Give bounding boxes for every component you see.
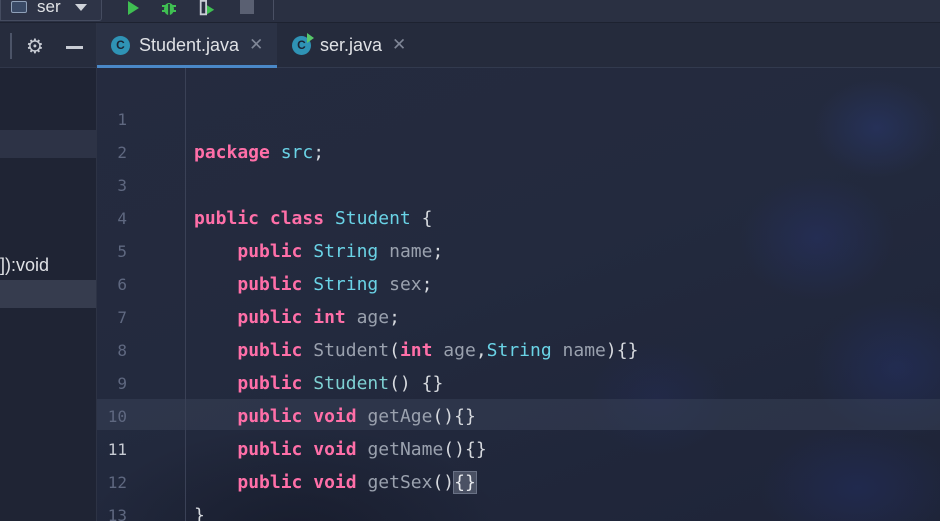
run-icon xyxy=(128,1,139,15)
structure-item-selected[interactable] xyxy=(0,280,96,308)
gear-icon[interactable]: ⚙ xyxy=(26,36,44,56)
code-text: } xyxy=(194,505,205,521)
code-line: 12 } xyxy=(97,433,940,521)
stop-button[interactable] xyxy=(238,0,256,16)
tab-label: ser.java xyxy=(320,34,383,55)
coverage-icon xyxy=(199,0,215,16)
run-configuration-label: ser xyxy=(37,0,61,16)
chevron-down-icon xyxy=(74,3,87,11)
run-configuration-selector[interactable]: ser xyxy=(0,0,102,21)
editor-tabs: C Student.java ✕ C ser.java ✕ xyxy=(97,23,940,68)
hide-icon[interactable] xyxy=(66,46,83,49)
code-line: 13 xyxy=(97,466,940,521)
run-button[interactable] xyxy=(124,0,142,16)
debug-icon xyxy=(162,3,176,15)
main-toolbar: ser xyxy=(0,0,940,23)
stop-icon xyxy=(240,0,254,14)
code-line: 5 public String sex; xyxy=(97,202,940,295)
tool-window-edge xyxy=(10,33,12,59)
structure-item[interactable] xyxy=(0,130,96,158)
code-line: 2 xyxy=(97,103,940,162)
config-icon xyxy=(11,1,27,13)
code-line: 6 public int age; xyxy=(97,235,940,328)
code-line: 10 public void getName(){} xyxy=(97,367,940,460)
code-line: 7 public Student(int age,String name){} xyxy=(97,268,940,361)
structure-item-label[interactable]: ]):void xyxy=(0,252,96,278)
tab-ser-java[interactable]: C ser.java ✕ xyxy=(278,23,418,67)
java-runnable-class-icon: C xyxy=(292,32,314,55)
tab-student-java[interactable]: C Student.java ✕ xyxy=(97,23,277,68)
code-line: 8 public Student() {} xyxy=(97,301,940,394)
code-line: 1 package src; xyxy=(97,70,940,163)
debug-button[interactable] xyxy=(160,0,178,16)
tab-label: Student.java xyxy=(139,34,240,55)
close-icon[interactable]: ✕ xyxy=(249,35,263,55)
tool-window-header: ⚙ xyxy=(0,23,96,68)
code-editor[interactable]: 1 package src; 2 3 public class Student … xyxy=(97,68,940,521)
code-line: 3 public class Student { xyxy=(97,136,940,229)
line-number: 13 xyxy=(107,506,127,521)
java-class-icon: C xyxy=(111,35,130,55)
code-line-current: 11 public void getSex(){} xyxy=(97,400,940,494)
code-line: 4 public String name; xyxy=(97,169,940,262)
code-line: 9 public void getAge(){} xyxy=(97,334,940,427)
close-icon[interactable]: ✕ xyxy=(392,35,406,55)
toolbar-divider xyxy=(273,0,274,20)
project-tool-window: ⚙ ]):void xyxy=(0,23,97,521)
run-with-coverage-button[interactable] xyxy=(198,0,216,16)
